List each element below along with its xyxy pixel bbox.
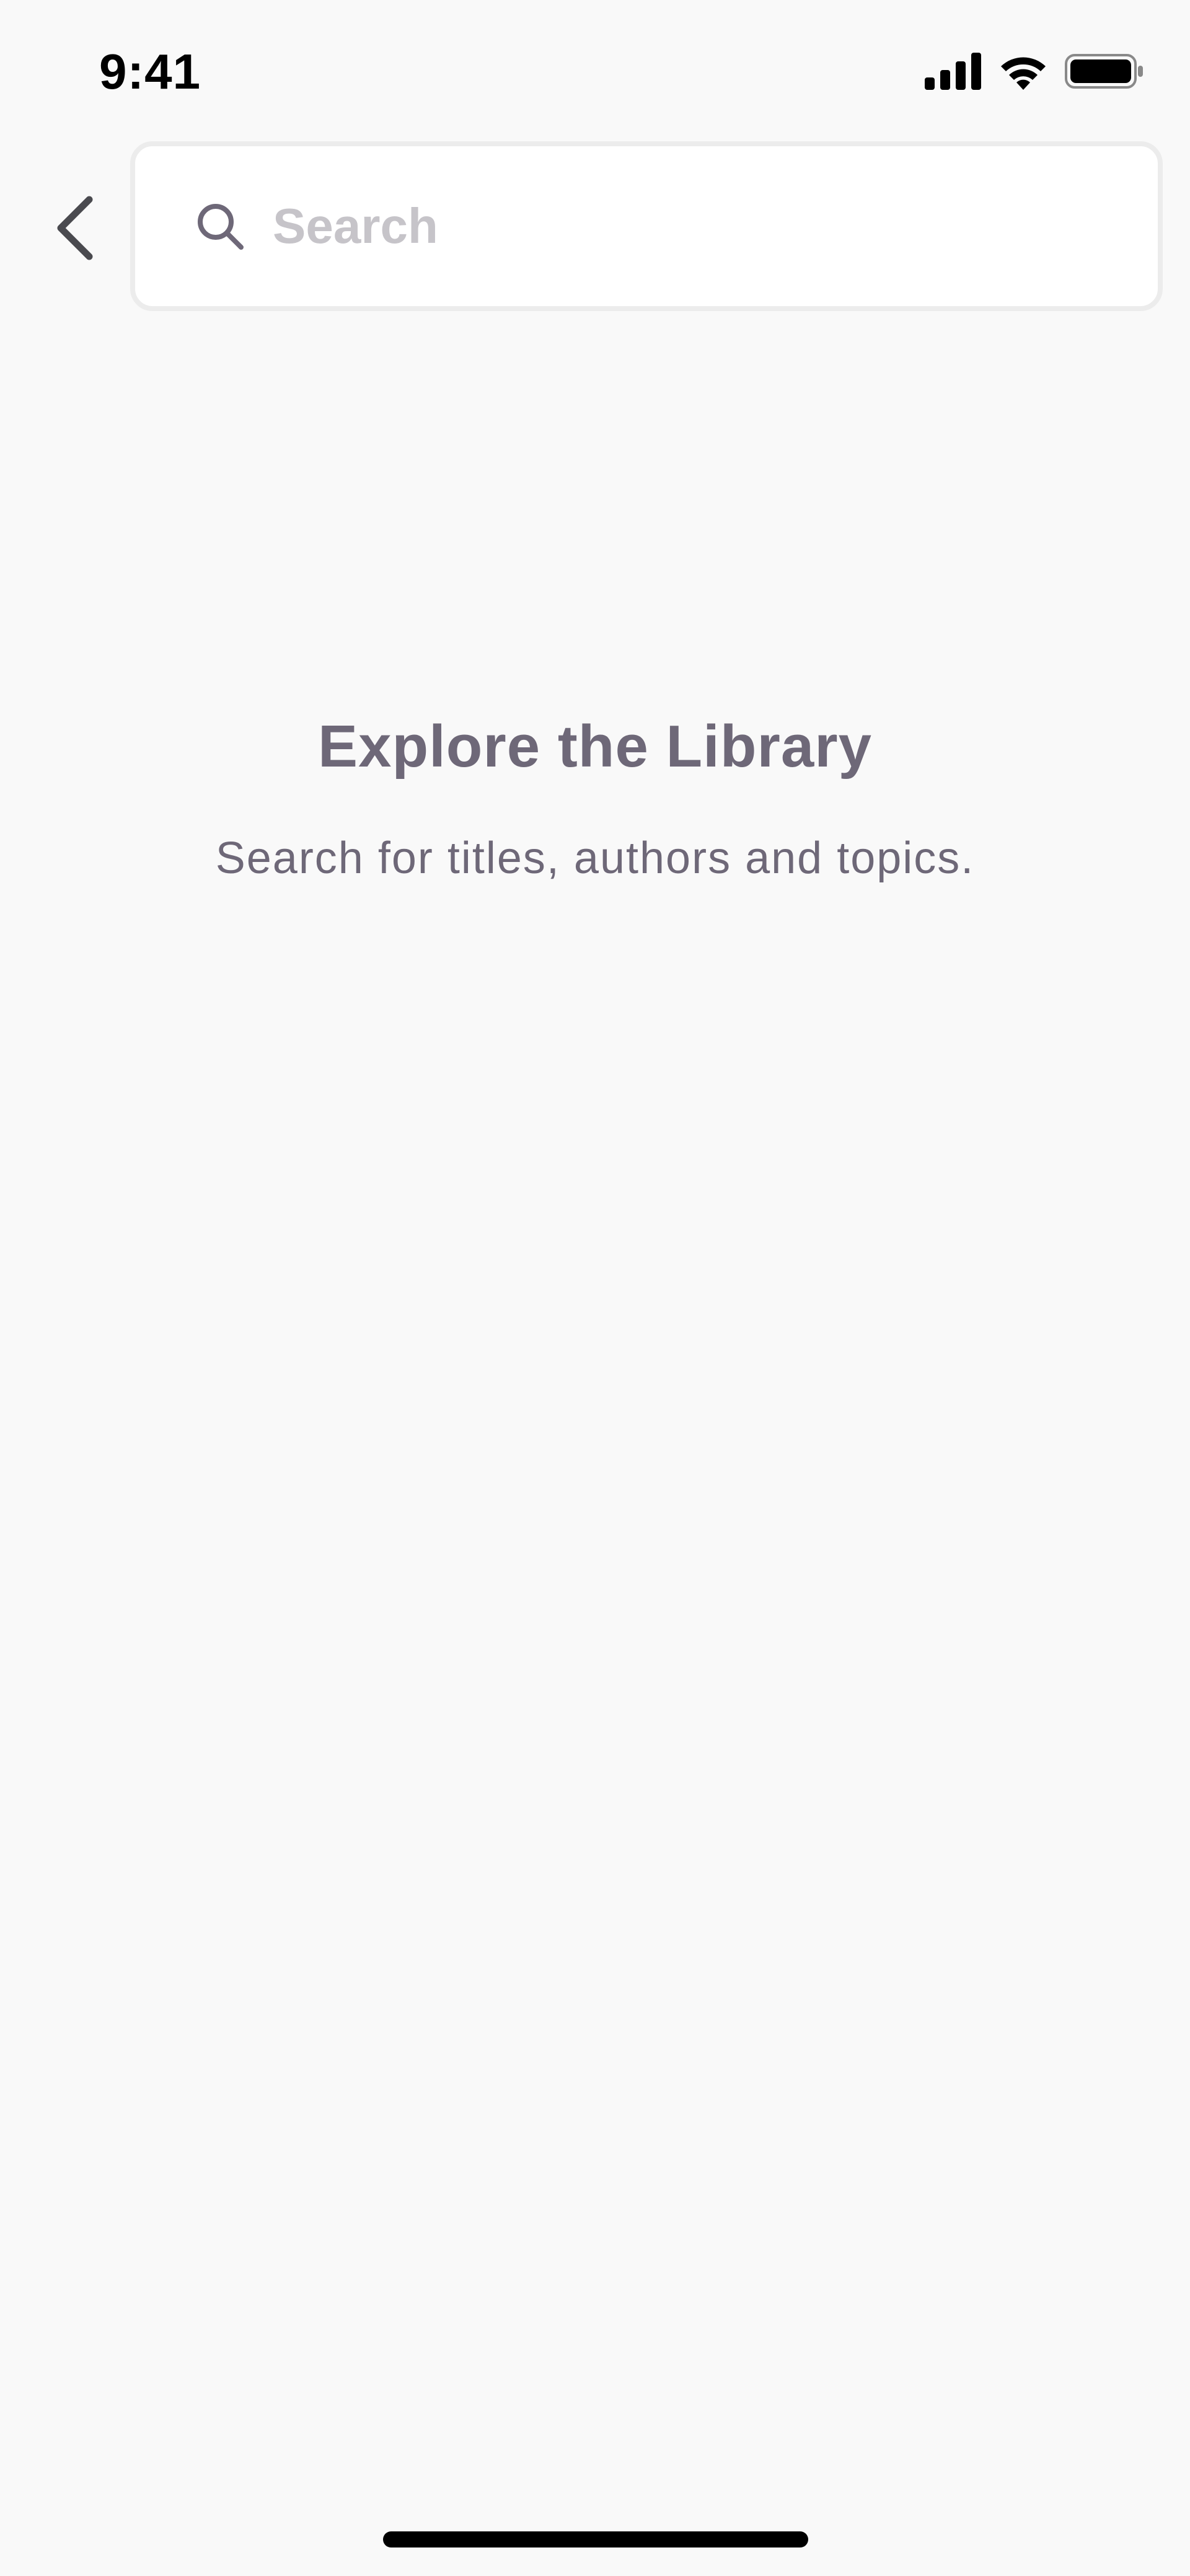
wifi-icon [998, 53, 1049, 93]
home-indicator[interactable] [383, 2531, 808, 2547]
status-time: 9:41 [99, 44, 201, 99]
status-icons [925, 51, 1145, 94]
chevron-left-icon [55, 196, 94, 263]
empty-state-title: Explore the Library [318, 713, 872, 780]
search-icon [193, 200, 247, 253]
back-button[interactable] [43, 186, 105, 273]
search-bar[interactable] [130, 141, 1163, 311]
library-search-screen: 9:41 Search Explore the Library Search f… [0, 0, 1190, 2576]
empty-state-subtitle: Search for titles, authors and topics. [215, 833, 975, 883]
search-input[interactable] [273, 189, 1078, 263]
signal-icon [925, 52, 982, 93]
battery-icon [1065, 53, 1145, 93]
